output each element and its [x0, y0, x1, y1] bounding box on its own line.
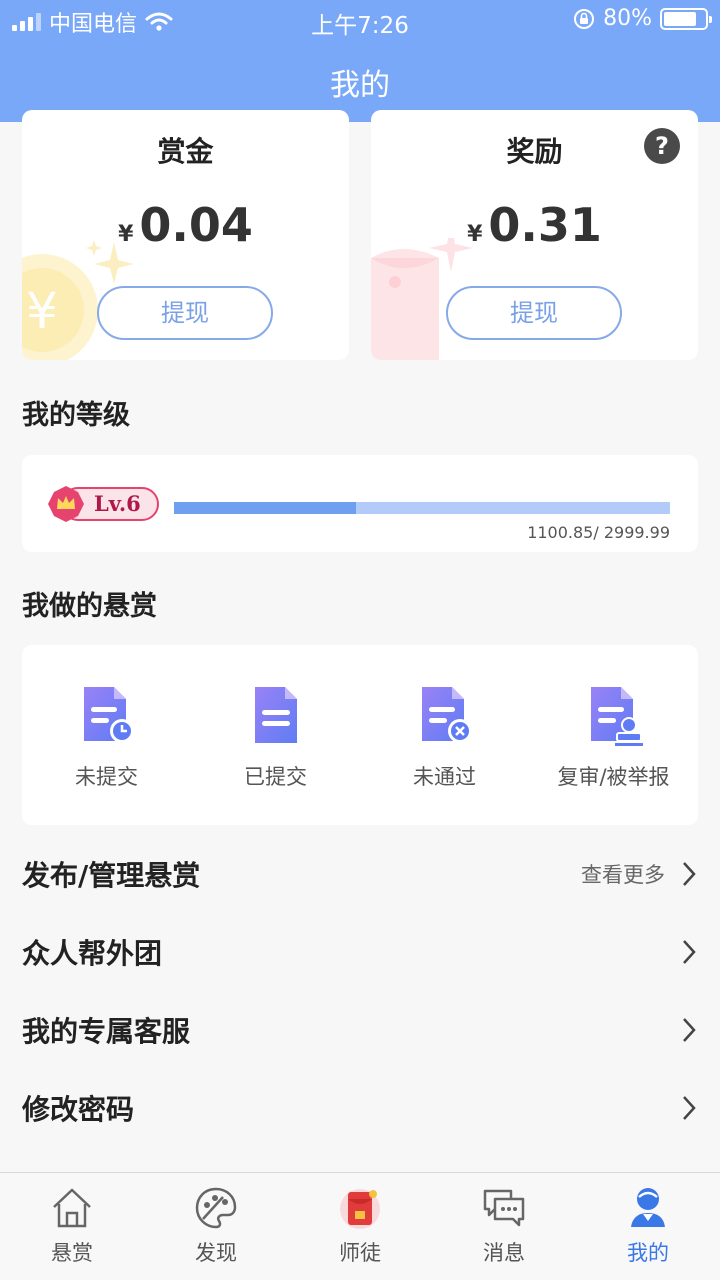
- palette-icon: [195, 1187, 237, 1229]
- bounty-withdraw-button[interactable]: 提现: [97, 286, 273, 340]
- tab-mentor[interactable]: 师徒: [288, 1185, 432, 1267]
- tab-bounty[interactable]: 悬赏: [0, 1185, 144, 1267]
- change-password-row[interactable]: 修改密码: [0, 1072, 720, 1142]
- battery-icon: [660, 7, 712, 30]
- group-row[interactable]: 众人帮外团: [0, 916, 720, 986]
- header: 中国电信 上午7:26 80% 我的: [0, 0, 720, 122]
- bounty-title: 赏金: [157, 135, 214, 168]
- customer-service-row[interactable]: 我的专属客服: [0, 994, 720, 1064]
- my-bounties-card: 未提交 已提交 未通过 复审/被举报: [22, 645, 698, 825]
- task-label: 未提交: [75, 765, 138, 789]
- reward-value: 0.31: [488, 198, 602, 252]
- view-more-link[interactable]: 查看更多: [581, 859, 665, 889]
- task-submitted[interactable]: 已提交: [191, 685, 360, 791]
- level-progress-text: 1100.85/ 2999.99: [527, 523, 670, 542]
- tab-label: 发现: [195, 1241, 237, 1265]
- task-rejected[interactable]: 未通过: [360, 685, 529, 791]
- change-password-label: 修改密码: [22, 1093, 135, 1126]
- doc-stamp-icon: [590, 687, 643, 746]
- chevron-right-icon: [683, 1018, 696, 1042]
- tab-mine[interactable]: 我的: [576, 1185, 720, 1267]
- group-label: 众人帮外团: [22, 937, 163, 970]
- tab-label: 悬赏: [51, 1241, 93, 1265]
- customer-service-label: 我的专属客服: [22, 1015, 191, 1048]
- tab-label: 师徒: [339, 1241, 381, 1265]
- level-badge-text: Lv.6: [94, 491, 141, 516]
- task-label: 已提交: [244, 765, 307, 789]
- bounty-card: ¥ 赏金 ¥0.04 提现: [22, 110, 349, 360]
- task-unsubmitted[interactable]: 未提交: [22, 685, 191, 791]
- chat-icon: [483, 1189, 525, 1227]
- tab-discover[interactable]: 发现: [144, 1185, 288, 1267]
- my-bounties-title: 我做的悬赏: [22, 591, 157, 622]
- bounty-value: 0.04: [139, 198, 253, 252]
- task-label: 未通过: [413, 765, 476, 789]
- publish-manage-label: 发布/管理悬赏: [22, 859, 201, 892]
- status-right: 80%: [573, 6, 712, 31]
- task-review-reported[interactable]: 复审/被举报: [529, 685, 698, 791]
- doc-rejected-icon: [421, 687, 472, 743]
- chevron-right-icon: [683, 862, 696, 886]
- reward-withdraw-button[interactable]: 提现: [446, 286, 622, 340]
- rotation-lock-icon: [574, 8, 595, 29]
- reward-title: 奖励: [506, 135, 563, 168]
- level-section-title: 我的等级: [22, 400, 130, 431]
- tab-label: 我的: [627, 1241, 669, 1265]
- profile-icon: [631, 1188, 665, 1227]
- level-progress-bar: [174, 502, 670, 514]
- tab-bar: 悬赏 发现 师徒 消息 我的: [0, 1172, 720, 1280]
- status-bar: 中国电信 上午7:26 80%: [0, 0, 720, 40]
- doc-clock-icon: [83, 687, 134, 743]
- reward-amount: ¥0.31: [371, 198, 698, 252]
- publish-manage-row[interactable]: 发布/管理悬赏 查看更多: [0, 838, 720, 908]
- battery-percent: 80%: [603, 6, 652, 31]
- page-title: 我的: [330, 68, 390, 103]
- reward-card: ? 奖励 ¥0.31 提现: [371, 110, 698, 360]
- chevron-right-icon: [683, 1096, 696, 1120]
- svg-text:¥: ¥: [26, 282, 58, 340]
- level-progress-fill: [174, 502, 356, 514]
- level-card[interactable]: Lv.6 1100.85/ 2999.99: [22, 455, 698, 552]
- bounty-amount: ¥0.04: [22, 198, 349, 252]
- tab-messages[interactable]: 消息: [432, 1185, 576, 1267]
- currency-symbol: ¥: [467, 222, 483, 247]
- home-icon: [53, 1188, 91, 1228]
- task-label: 复审/被举报: [557, 765, 670, 789]
- chevron-right-icon: [683, 940, 696, 964]
- doc-icon: [254, 687, 297, 743]
- tab-label: 消息: [483, 1241, 525, 1265]
- currency-symbol: ¥: [118, 222, 134, 247]
- red-envelope-icon: [340, 1189, 380, 1229]
